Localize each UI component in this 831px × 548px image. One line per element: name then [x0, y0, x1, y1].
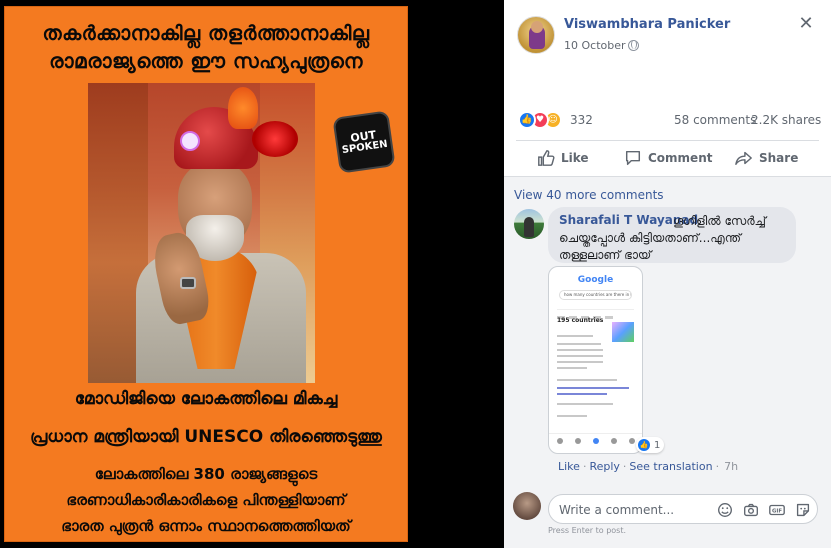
commenter-avatar[interactable] [514, 209, 544, 239]
comment-bubble: Sharafali T Wayanad ഗൂഗിളിൽ സേർച്ച് ചെയ്… [548, 207, 796, 263]
post-panel: Viswambhara Panicker 10 October ✕ 👍 ♥ ☺ … [504, 0, 831, 548]
current-user-avatar [513, 492, 541, 520]
close-icon[interactable]: ✕ [797, 15, 815, 33]
poster-text-3: മോഡിജിയെ ലോകത്തിലെ മികച്ച [74, 389, 338, 409]
logo-text-2: SPOKEN [341, 138, 389, 157]
like-reaction-icon: 👍 [518, 111, 536, 129]
poster-text-4: പ്രധാന മന്ത്രിയായി UNESCO തിരഞ്ഞെടുത്തു [30, 427, 382, 447]
comments-section: View 40 more comments Sharafali T Wayana… [504, 177, 831, 548]
like-icon: 👍 [638, 439, 650, 451]
emoji-icon[interactable] [716, 501, 734, 519]
comments-count[interactable]: 58 comments [674, 113, 756, 127]
gif-icon[interactable]: GIF [768, 501, 786, 519]
reaction-count[interactable]: 332 [570, 113, 593, 127]
comment-button[interactable]: Comment [624, 147, 712, 169]
poster-text-6: ഭരണാധികാരികാരികളെ പിന്തള്ളിയാണ് [66, 491, 346, 509]
thumbs-up-icon [538, 150, 555, 166]
post-date[interactable]: 10 October [564, 39, 626, 52]
view-more-comments[interactable]: View 40 more comments [514, 188, 664, 202]
share-icon [735, 151, 752, 166]
comment-time[interactable]: 7h [724, 460, 738, 473]
search-tabs [557, 304, 634, 319]
comment-like-number: 1 [654, 439, 661, 451]
shares-count[interactable]: 2.2K shares [751, 113, 821, 127]
post-actions: Like Comment Share [504, 144, 831, 172]
comment-icon [625, 150, 641, 166]
result-image [612, 322, 634, 342]
comment-attachment-screenshot[interactable]: Google how many countries are there in t… [548, 266, 643, 454]
comment-reply-link[interactable]: Reply [589, 460, 619, 473]
poster-headline-1: തകർക്കാനാകില്ല തളർത്താനാകില്ല [42, 21, 370, 45]
comment-input[interactable] [559, 501, 709, 519]
poster-text-7: ഭാരത പുത്രൻ ഒന്നാം സ്ഥാനത്തെത്തിയത് [61, 517, 351, 535]
search-bottom-nav [549, 433, 642, 453]
search-result-title: 195 countries [557, 317, 604, 324]
comment-text: ഗൂഗിളിൽ സേർച്ച് ചെയ്തപ്പോൾ കിട്ടിയതാണ്..… [559, 214, 766, 262]
poster-text-5: ലോകത്തിലെ 380 രാജ്യങ്ങളുടെ [94, 465, 318, 483]
globe-icon [628, 40, 639, 51]
like-button[interactable]: Like [537, 147, 589, 169]
comment-composer[interactable]: GIF [548, 494, 818, 524]
like-label: Like [561, 151, 589, 165]
photo-viewer: തകർക്കാനാകില്ല തളർത്താനാകില്ല രാമരാജ്യത്… [0, 0, 504, 548]
comment-like-count[interactable]: 👍 1 [636, 437, 665, 453]
author-name[interactable]: Viswambhara Panicker [564, 17, 730, 32]
share-label: Share [759, 151, 799, 165]
poster-headline-2: രാമരാജ്യത്തെ ഈ സഹ്യപുത്രനെ [49, 49, 363, 73]
divider [516, 140, 819, 141]
camera-icon[interactable] [742, 501, 760, 519]
share-button[interactable]: Share [735, 147, 798, 169]
author-avatar[interactable] [517, 16, 555, 54]
outspoken-logo: OUT SPOKEN [332, 110, 396, 174]
sticker-icon[interactable] [794, 501, 812, 519]
see-translation-link[interactable]: See translation [629, 460, 712, 473]
poster-image: തകർക്കാനാകില്ല തളർത്താനാകില്ല രാമരാജ്യത്… [4, 6, 408, 542]
comment-like-link[interactable]: Like [558, 460, 580, 473]
google-logo: Google [577, 275, 614, 285]
comment-actions: Like · Reply · See translation · 7h [558, 460, 739, 473]
press-enter-hint: Press Enter to post. [548, 526, 627, 535]
comment-label: Comment [648, 151, 713, 165]
svg-text:GIF: GIF [772, 509, 782, 515]
portrait-photo [88, 83, 315, 383]
search-bar: how many countries are there in the worl… [559, 290, 632, 300]
